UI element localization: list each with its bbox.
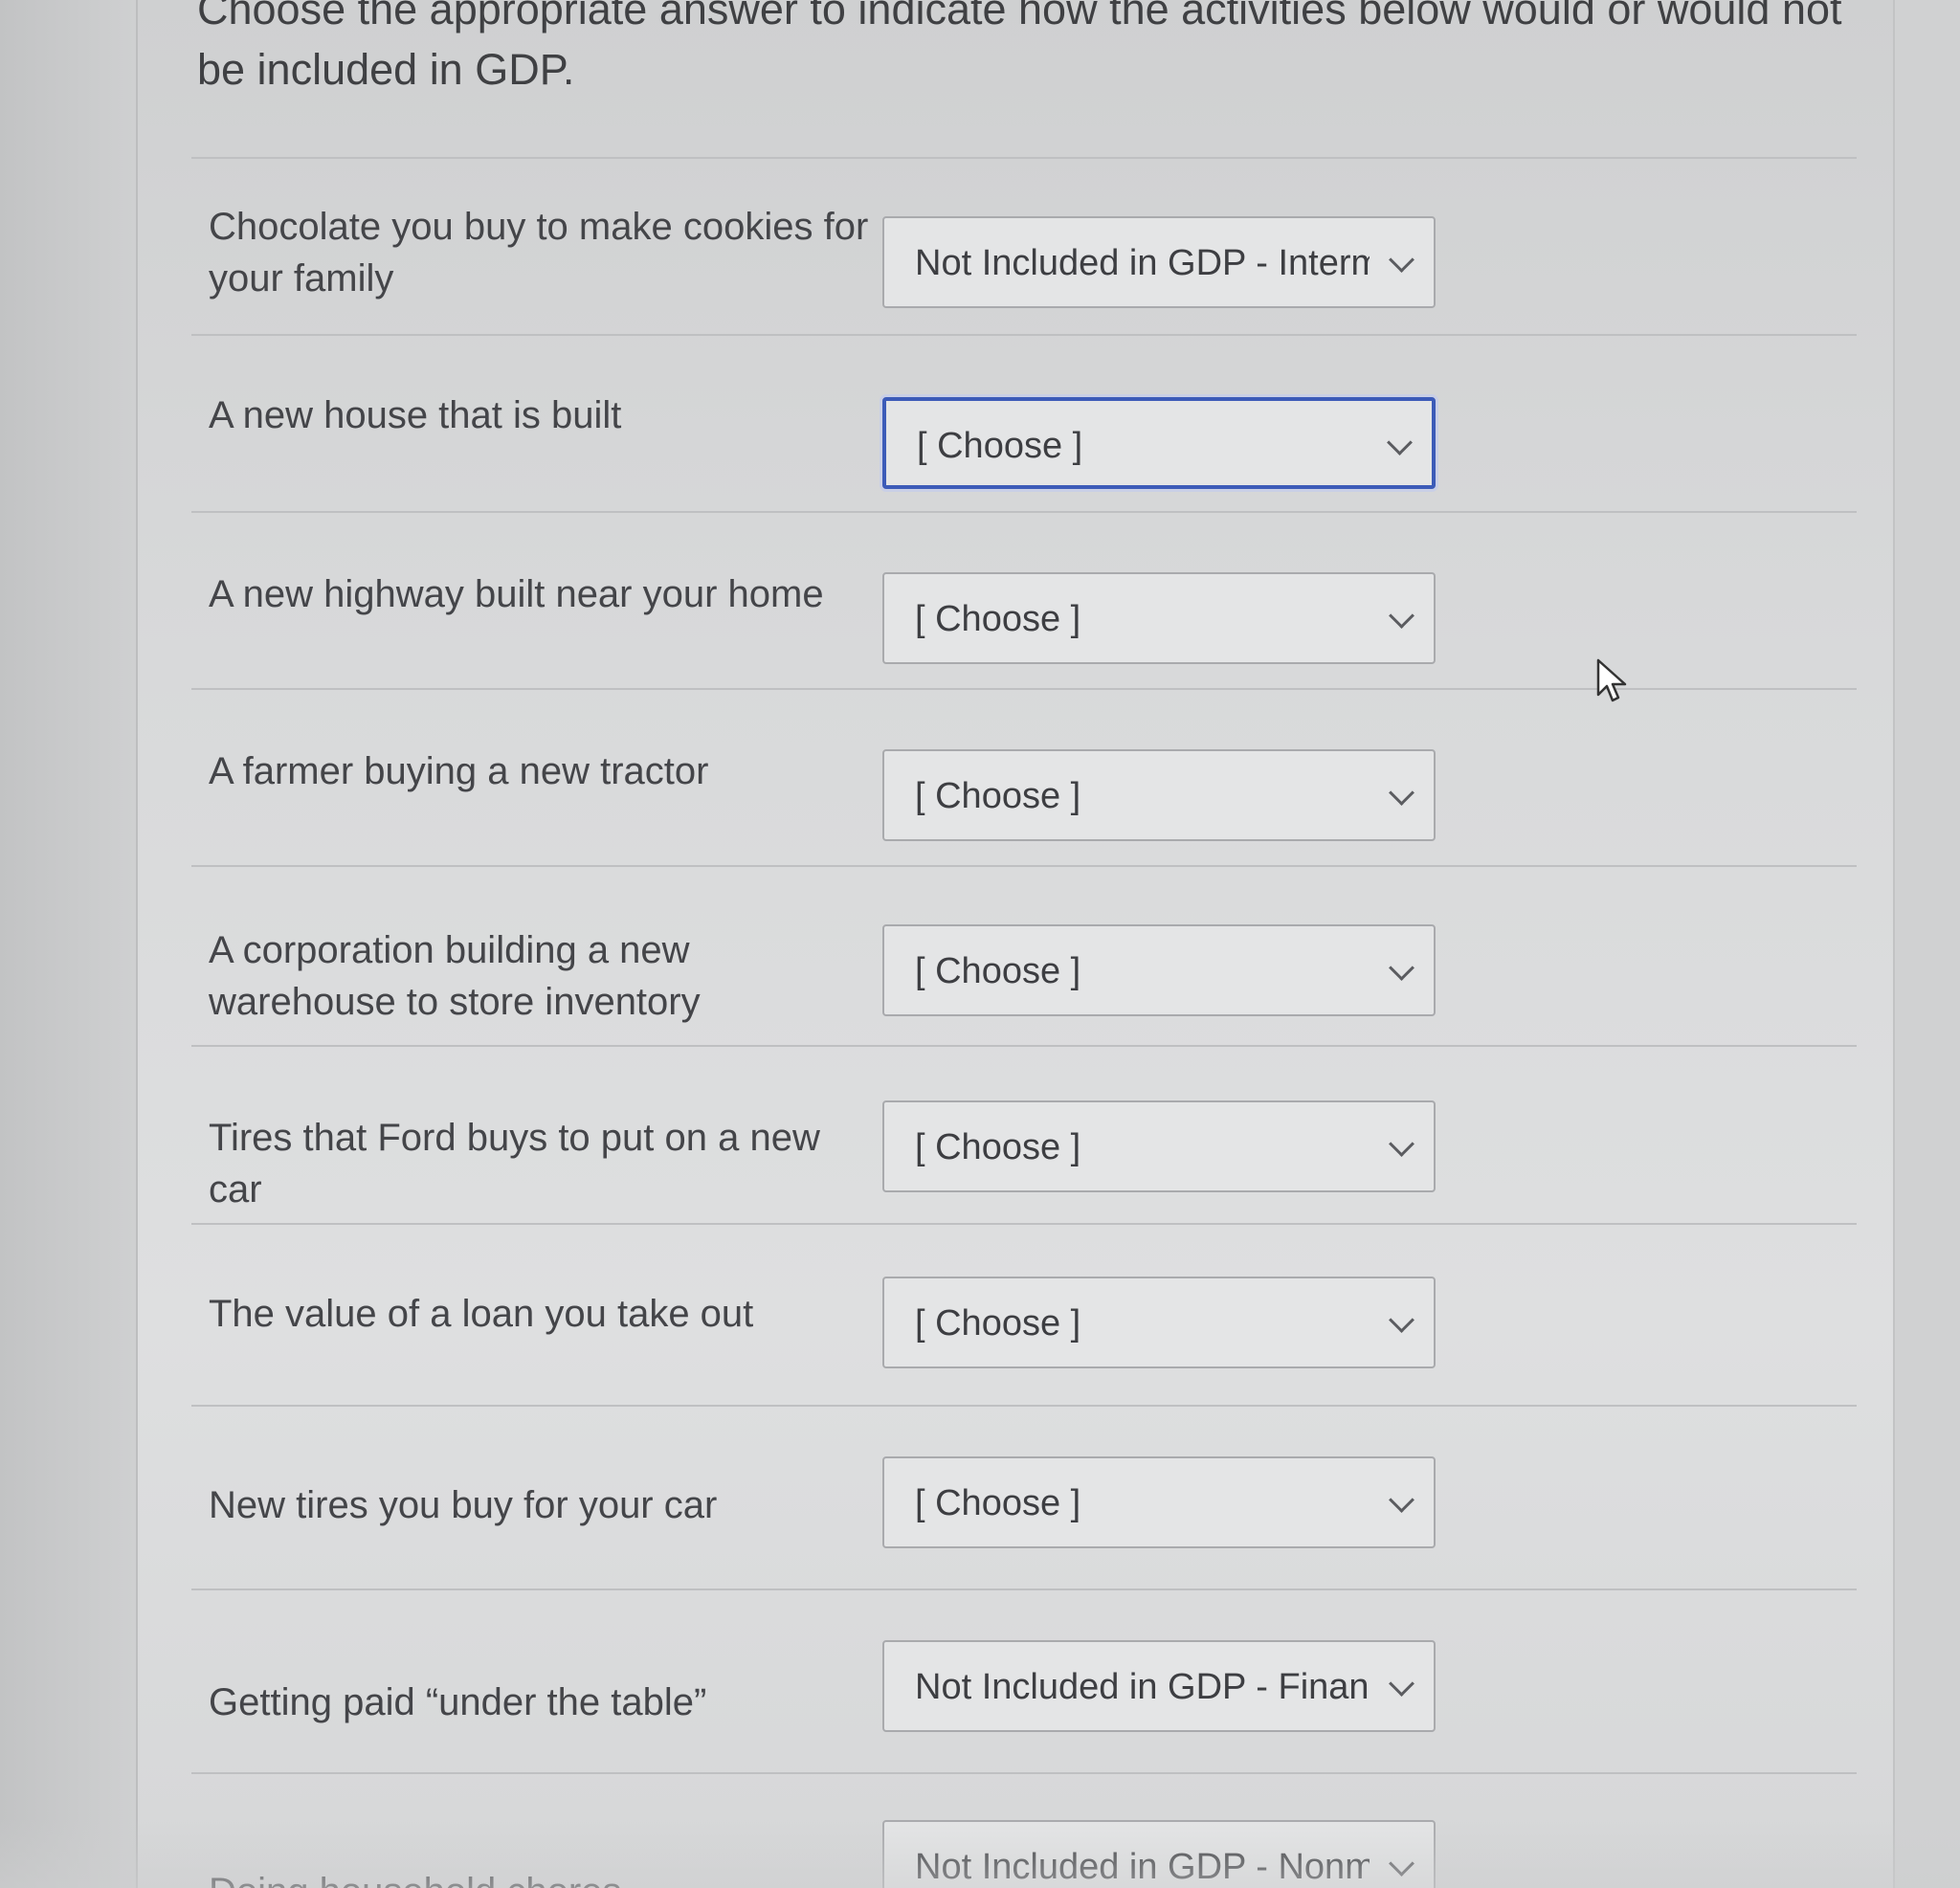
right-page-margin — [1893, 0, 1960, 1888]
question-row: A new house that is built [ Choose ] — [191, 334, 1857, 511]
question-row: Getting paid “under the table” Not Inclu… — [191, 1588, 1857, 1772]
chevron-down-icon — [1389, 1307, 1414, 1333]
question-label: Doing household chores — [209, 1866, 879, 1888]
question-instructions: Choose the appropriate answer to indicat… — [197, 0, 1842, 94]
selected-answer: [ Choose ] — [917, 426, 1083, 466]
chevron-down-icon — [1389, 1487, 1414, 1513]
answer-dropdown[interactable]: [ Choose ] — [882, 572, 1436, 664]
selected-answer: Not Included in GDP - Financi — [915, 1667, 1370, 1707]
chevron-down-icon — [1389, 603, 1414, 629]
answer-dropdown[interactable]: [ Choose ] — [882, 1456, 1436, 1548]
answer-dropdown[interactable]: [ Choose ] — [882, 1100, 1436, 1192]
question-label: A new highway built near your home — [209, 573, 824, 615]
chevron-down-icon — [1389, 1671, 1414, 1697]
selected-answer: [ Choose ] — [915, 1127, 1081, 1167]
question-label: Chocolate you buy to make cookies for yo… — [209, 206, 869, 300]
selected-answer: Not Included in GDP - Interme — [915, 243, 1370, 283]
selected-answer: [ Choose ] — [915, 1483, 1081, 1523]
question-label: A new house that is built — [209, 394, 622, 436]
selected-answer: [ Choose ] — [915, 951, 1081, 991]
question-row: A farmer buying a new tractor [ Choose ] — [191, 688, 1857, 865]
selected-answer: [ Choose ] — [915, 599, 1081, 639]
question-row: The value of a loan you take out [ Choos… — [191, 1223, 1857, 1405]
answer-dropdown[interactable]: [ Choose ] — [882, 924, 1436, 1016]
question-label: A corporation building a new warehouse t… — [209, 929, 701, 1023]
quiz-page: Choose the appropriate answer to indicat… — [0, 0, 1960, 1888]
answer-dropdown[interactable]: [ Choose ] — [882, 1277, 1436, 1368]
chevron-down-icon — [1389, 1131, 1414, 1157]
question-row: Doing household chores Not Included in G… — [191, 1772, 1857, 1888]
question-label: New tires you buy for your car — [209, 1484, 718, 1526]
question-label: A farmer buying a new tractor — [209, 750, 709, 792]
left-page-margin — [0, 0, 138, 1888]
mouse-cursor-icon — [1596, 658, 1627, 702]
question-row: A corporation building a new warehouse t… — [191, 865, 1857, 1045]
chevron-down-icon — [1387, 430, 1413, 455]
chevron-down-icon — [1389, 955, 1414, 981]
answer-dropdown[interactable]: Not Included in GDP - Financi — [882, 1640, 1436, 1732]
answer-dropdown[interactable]: [ Choose ] — [882, 749, 1436, 841]
question-row: Chocolate you buy to make cookies for yo… — [191, 157, 1857, 334]
selected-answer: Not Included in GDP - Nonma — [915, 1847, 1370, 1887]
question-label: Getting paid “under the table” — [209, 1681, 707, 1723]
selected-answer: [ Choose ] — [915, 776, 1081, 816]
question-label: The value of a loan you take out — [209, 1293, 754, 1335]
answer-dropdown[interactable]: Not Included in GDP - Nonma — [882, 1820, 1436, 1888]
question-row: New tires you buy for your car [ Choose … — [191, 1405, 1857, 1588]
chevron-down-icon — [1389, 1851, 1414, 1877]
selected-answer: [ Choose ] — [915, 1303, 1081, 1344]
answer-dropdown[interactable]: [ Choose ] — [882, 397, 1436, 489]
question-label: Tires that Ford buys to put on a new car — [209, 1117, 820, 1211]
question-row: Tires that Ford buys to put on a new car… — [191, 1045, 1857, 1223]
chevron-down-icon — [1389, 247, 1414, 273]
answer-dropdown[interactable]: Not Included in GDP - Interme — [882, 216, 1436, 308]
chevron-down-icon — [1389, 780, 1414, 806]
